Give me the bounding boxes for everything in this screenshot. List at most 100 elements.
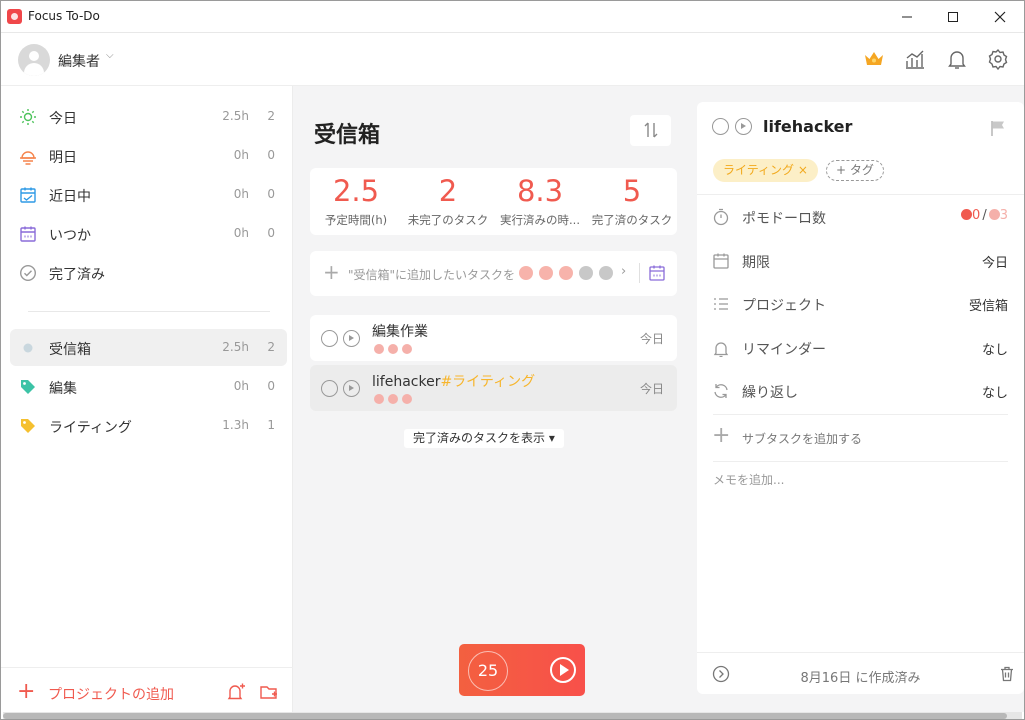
plus-icon[interactable]: + <box>712 425 730 447</box>
sidebar-item-time: 0h <box>233 226 249 240</box>
user-name[interactable]: 編集者 <box>58 51 100 71</box>
divider <box>713 414 1008 415</box>
play-icon[interactable] <box>343 330 360 347</box>
flag-icon[interactable] <box>989 119 1007 137</box>
sidebar-item-time: 0h <box>233 187 249 201</box>
maximize-button[interactable] <box>930 1 976 33</box>
sidebar-item-count: 0 <box>267 187 275 201</box>
sidebar-item-inbox[interactable]: 受信箱 2.5h 2 <box>10 329 287 366</box>
stat-value: 2.5 <box>332 174 380 208</box>
tag-icon <box>19 417 37 435</box>
task-tag: #ライティング <box>440 374 536 390</box>
sidebar-item-label: 今日 <box>49 111 77 127</box>
sidebar-item-label: 近日中 <box>49 189 91 205</box>
sidebar-item-writing[interactable]: ライティング 1.3h 1 <box>10 407 287 444</box>
show-completed-button[interactable]: 完了済みのタスクを表示 ▾ <box>404 429 564 448</box>
bell-icon[interactable] <box>945 47 969 71</box>
memo-field[interactable]: メモを追加... <box>713 471 784 488</box>
pomodoro-icon <box>388 344 398 354</box>
page-title: 受信箱 <box>314 123 381 148</box>
stat-value: 2 <box>438 174 458 208</box>
separator: / <box>982 208 987 223</box>
stat-value: 8.3 <box>516 174 564 208</box>
chevron-down-icon[interactable]: ⌵ <box>106 50 114 61</box>
task-row[interactable]: lifehacker#ライティング 今日 <box>310 365 677 411</box>
scrollbar-thumb[interactable] <box>3 713 1007 719</box>
pomodoro-estimate-icon[interactable] <box>539 266 553 280</box>
pomodoro-estimate-icon[interactable] <box>519 266 533 280</box>
plus-icon[interactable]: + <box>17 681 35 703</box>
sidebar-item-count: 0 <box>267 148 275 162</box>
row-label: 期限 <box>742 255 770 271</box>
sidebar-item-label: 編集 <box>49 381 77 397</box>
play-icon[interactable] <box>550 657 576 683</box>
row-repeat[interactable]: 繰り返し なし <box>697 369 1024 412</box>
task-detail-panel: lifehacker ライティング × + タグ ポモドーロ数 0/ 3 期限 今… <box>697 102 1024 694</box>
trash-icon[interactable] <box>998 665 1016 683</box>
app-window: Focus To-Do 編集者 ⌵ 今日 2.5h 2 明日 0h 0 近日中 … <box>0 0 1025 720</box>
play-icon[interactable] <box>735 118 752 135</box>
pomodoro-estimate-icon[interactable] <box>599 266 613 280</box>
sort-button[interactable] <box>630 115 671 146</box>
check-circle-icon <box>19 264 37 282</box>
close-button[interactable] <box>977 1 1023 33</box>
bell-icon <box>712 339 730 358</box>
pomodoro-icon <box>374 394 384 404</box>
title-bar: Focus To-Do <box>1 1 1024 33</box>
play-icon[interactable] <box>343 380 360 397</box>
avatar[interactable] <box>18 44 50 76</box>
task-complete-checkbox[interactable] <box>712 118 729 135</box>
task-row[interactable]: 編集作業 今日 <box>310 315 677 361</box>
sidebar-item-label: いつか <box>49 228 91 244</box>
sidebar-item-completed[interactable]: 完了済み <box>10 254 287 291</box>
row-label: プロジェクト <box>742 298 826 314</box>
add-subtask-button[interactable]: サブタスクを追加する <box>742 430 862 447</box>
sidebar-item-time: 0h <box>233 379 249 393</box>
sidebar-item-tomorrow[interactable]: 明日 0h 0 <box>10 137 287 174</box>
sidebar-item-upcoming[interactable]: 近日中 0h 0 <box>10 176 287 213</box>
add-reminder-icon[interactable] <box>226 682 246 702</box>
add-project-button[interactable]: プロジェクトの追加 <box>48 684 174 704</box>
add-task-input[interactable]: + "受信箱"に追加したいタスクを › <box>310 251 677 296</box>
add-tag-button[interactable]: + タグ <box>826 160 884 181</box>
add-folder-icon[interactable] <box>259 682 279 702</box>
pomodoro-timer[interactable]: 25 <box>459 644 585 696</box>
stat-label: 完了済のタスク <box>591 213 673 227</box>
calendar-icon[interactable] <box>648 264 666 282</box>
list-icon <box>712 295 730 313</box>
sidebar-item-today[interactable]: 今日 2.5h 2 <box>10 98 287 135</box>
row-value: なし <box>981 343 1008 358</box>
row-label: 繰り返し <box>742 385 798 401</box>
pomodoro-done-count: 0 <box>972 208 981 223</box>
pomodoro-total-count: 3 <box>999 208 1008 223</box>
stat-completed-tasks: 5 完了済のタスク <box>586 168 678 235</box>
row-reminder[interactable]: リマインダー なし <box>697 326 1024 369</box>
task-complete-checkbox[interactable] <box>321 380 338 397</box>
gear-icon[interactable] <box>986 47 1010 71</box>
row-value: 0/ 3 <box>961 208 1008 223</box>
row-pomodoro-count[interactable]: ポモドーロ数 0/ 3 <box>697 195 1024 238</box>
statistics-icon[interactable] <box>903 47 927 71</box>
sidebar-item-editing[interactable]: 編集 0h 0 <box>10 368 287 405</box>
sidebar-divider <box>28 311 270 312</box>
sidebar-item-someday[interactable]: いつか 0h 0 <box>10 215 287 252</box>
row-due-date[interactable]: 期限 今日 <box>697 239 1024 282</box>
chevron-right-icon[interactable]: › <box>621 264 626 279</box>
row-project[interactable]: プロジェクト 受信箱 <box>697 282 1024 325</box>
pomodoro-icon <box>961 209 973 220</box>
stat-planned-hours: 2.5 予定時間(h) <box>310 168 402 235</box>
task-detail-title[interactable]: lifehacker <box>763 117 852 136</box>
task-title: lifehacker#ライティング <box>372 371 535 391</box>
pomodoro-icon <box>402 344 412 354</box>
divider <box>639 263 640 283</box>
calendar-week-icon <box>19 186 37 204</box>
task-complete-checkbox[interactable] <box>321 330 338 347</box>
pomodoro-estimate-icon[interactable] <box>579 266 593 280</box>
repeat-icon <box>712 382 730 400</box>
pomodoro-estimate-icon[interactable] <box>559 266 573 280</box>
tag-chip[interactable]: ライティング × <box>713 159 818 182</box>
crown-icon[interactable] <box>862 47 886 71</box>
minimize-button[interactable] <box>884 1 930 33</box>
tag-icon <box>19 378 37 396</box>
sidebar-item-label: ライティング <box>49 420 132 436</box>
